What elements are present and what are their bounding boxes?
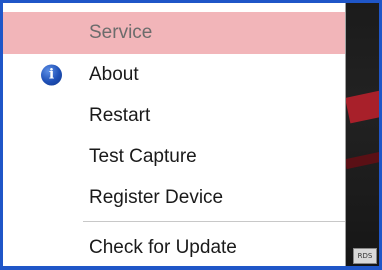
screenshot-frame <box>0 0 382 270</box>
